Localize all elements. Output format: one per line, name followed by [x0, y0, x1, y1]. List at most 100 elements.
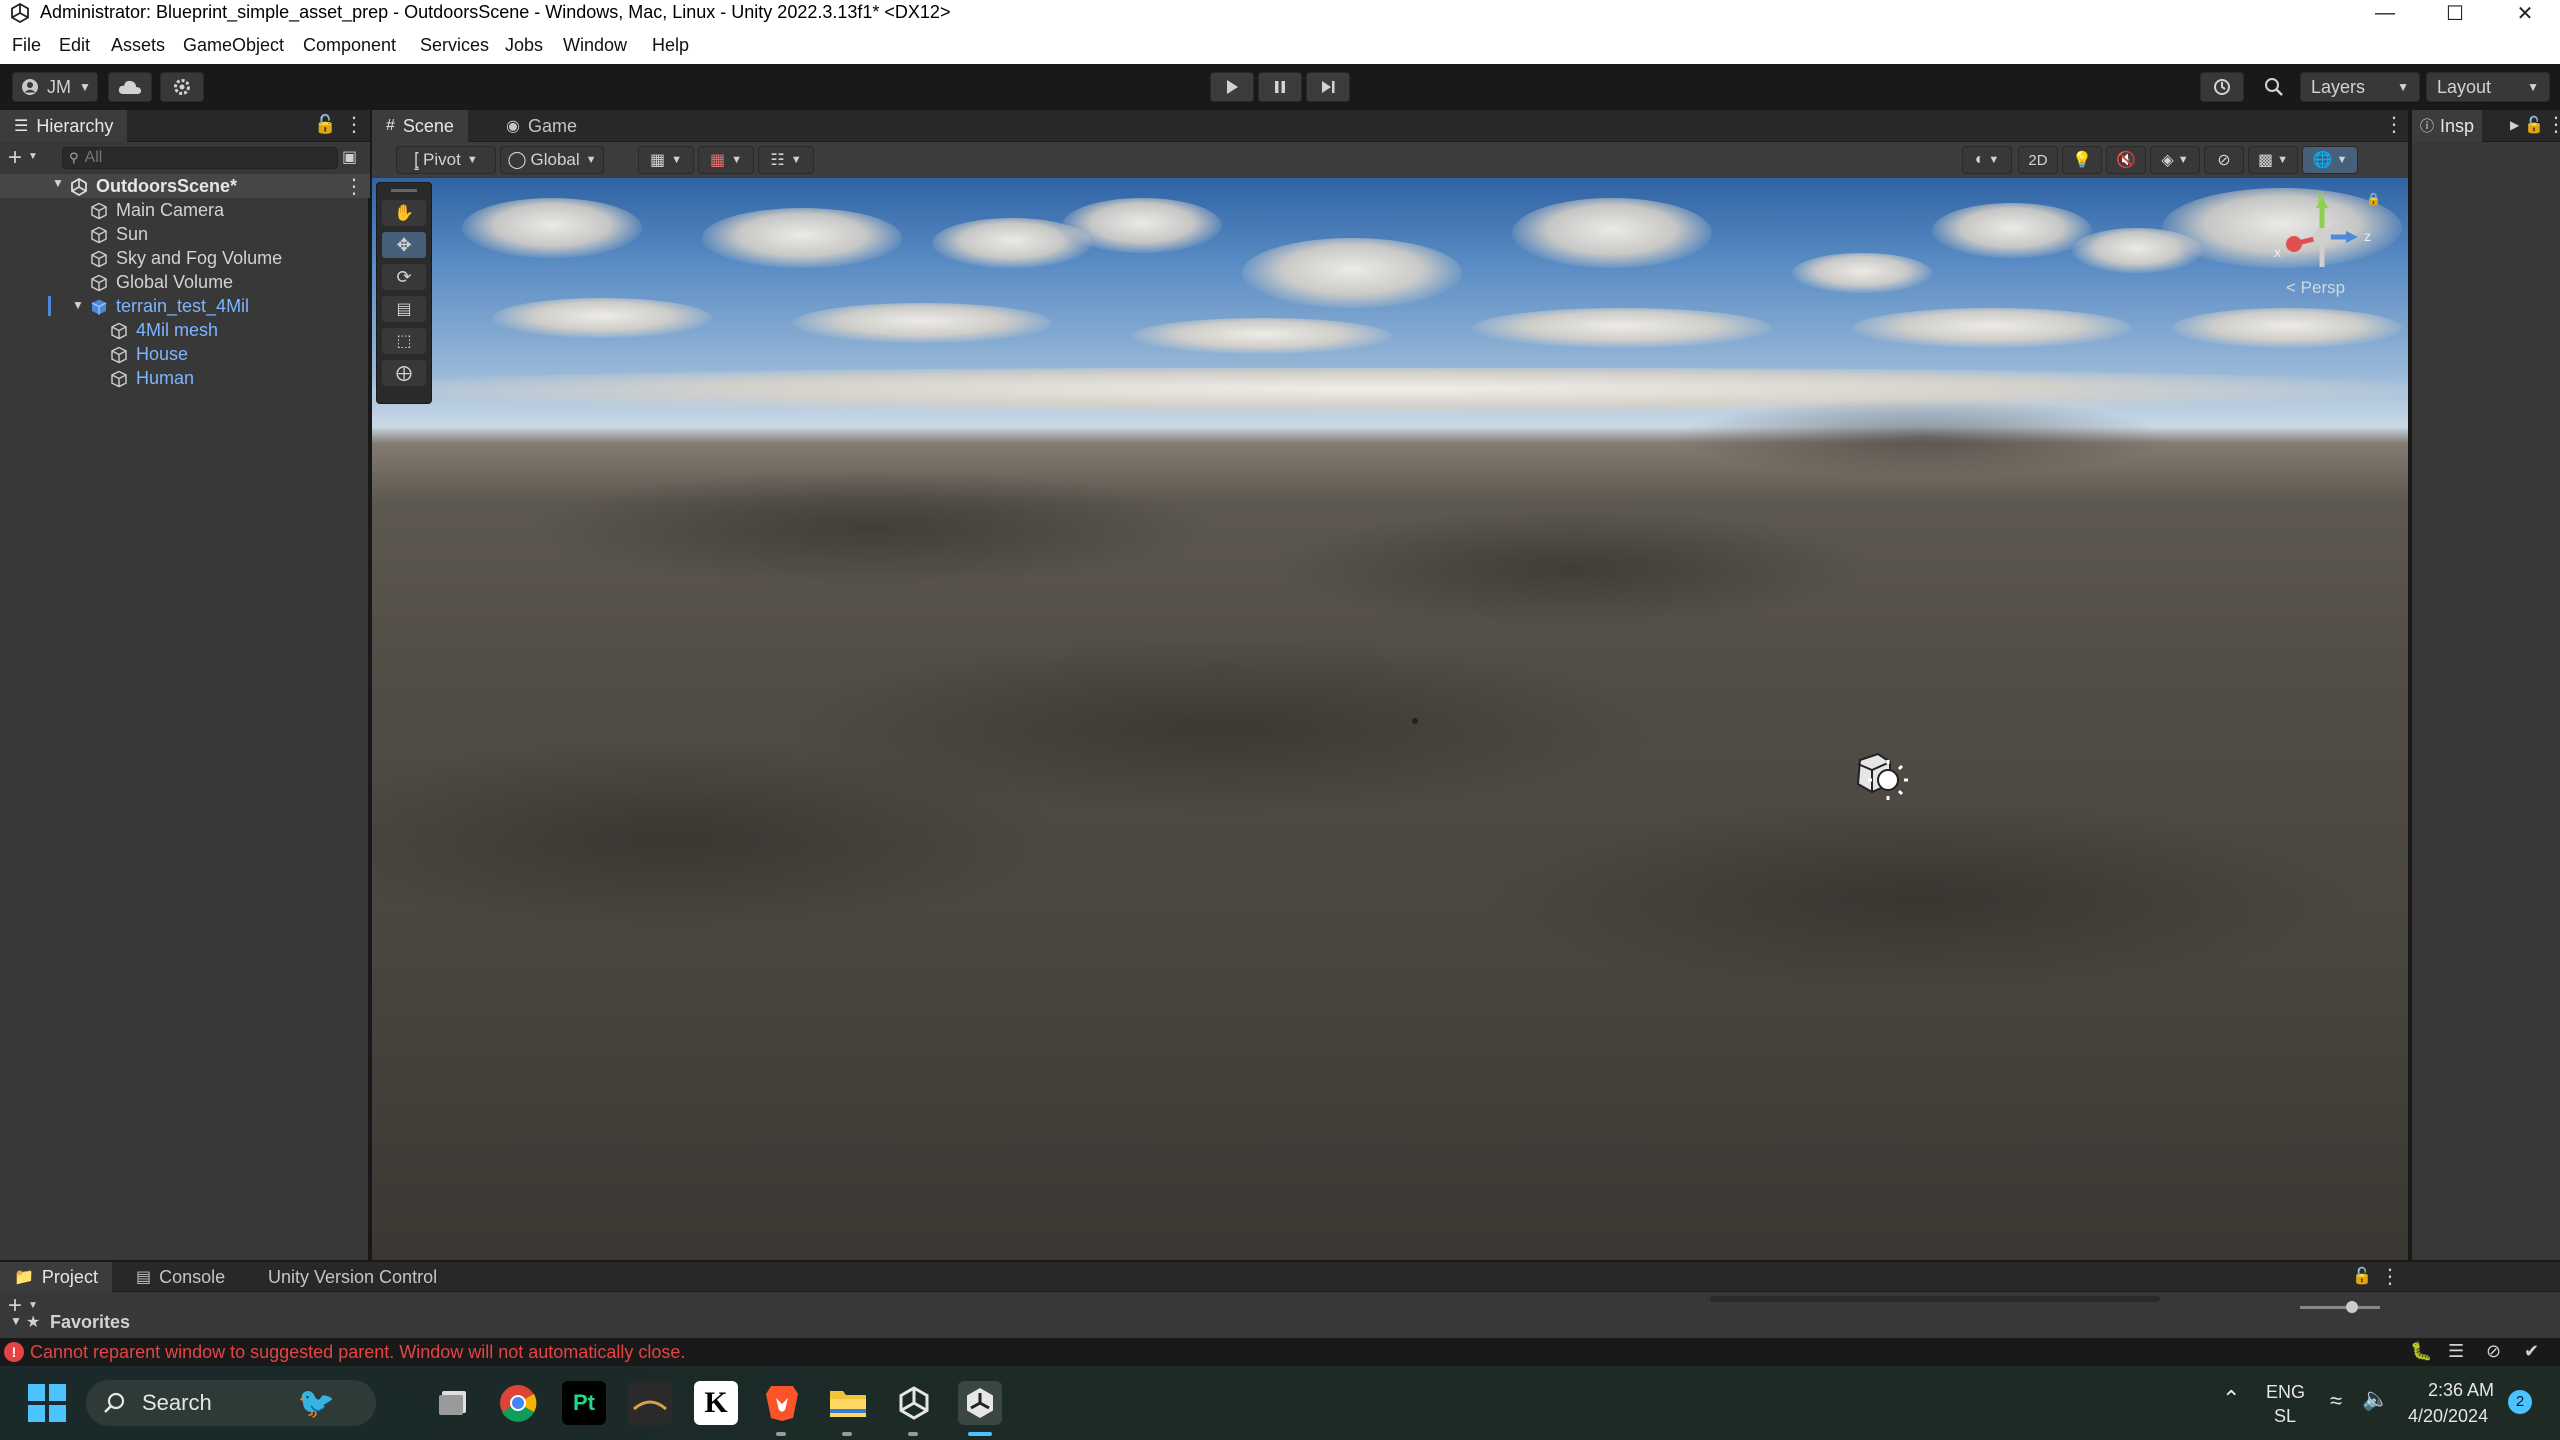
list-item[interactable]: Sky and Fog Volume: [90, 248, 282, 269]
orientation-gizmo[interactable]: y x z 🔒 < Persp: [2272, 186, 2402, 302]
projection-label[interactable]: < Persp: [2286, 278, 2345, 298]
error-message[interactable]: Cannot reparent window to suggested pare…: [30, 1342, 685, 1363]
hierarchy-search-input[interactable]: [84, 149, 315, 167]
camera-settings-dropdown[interactable]: ▩ ▼: [2248, 146, 2298, 174]
chevron-right-icon[interactable]: ▶: [2510, 118, 2519, 132]
undo-history-button[interactable]: [2200, 72, 2244, 102]
lang-top[interactable]: ENG: [2266, 1382, 2305, 1403]
terminal-app[interactable]: [628, 1381, 672, 1425]
scene-root-item[interactable]: OutdoorsScene*: [70, 176, 237, 197]
rect-tool-button[interactable]: ⬚: [381, 327, 427, 355]
list-item[interactable]: 4Mil mesh: [110, 320, 218, 341]
k-app[interactable]: K: [694, 1381, 738, 1425]
hierarchy-search-box[interactable]: ⚲: [62, 147, 338, 169]
rotate-tool-button[interactable]: ⟳: [381, 263, 427, 291]
windows-start-icon[interactable]: [28, 1384, 66, 1422]
cloud-button[interactable]: [108, 72, 152, 102]
clock-time[interactable]: 2:36 AM: [2428, 1380, 2494, 1401]
chevron-down-icon[interactable]: ▼: [28, 1300, 38, 1311]
chevron-down-icon[interactable]: ▼: [28, 151, 38, 162]
expand-arrow-icon[interactable]: ▼: [72, 298, 84, 312]
tab-game[interactable]: ◉ Game: [492, 110, 591, 142]
task-view-app[interactable]: [432, 1381, 476, 1425]
menu-help[interactable]: Help: [652, 35, 689, 56]
transform-tool-button[interactable]: ⨁: [381, 359, 427, 387]
lock-icon[interactable]: 🔓: [2524, 115, 2544, 135]
list-item[interactable]: terrain_test_4Mil: [90, 296, 249, 317]
tab-hierarchy[interactable]: ☰ Hierarchy: [0, 110, 128, 142]
progress-check-icon[interactable]: ✔: [2524, 1341, 2539, 1362]
favorites-label[interactable]: Favorites: [50, 1312, 130, 1333]
list-item[interactable]: Sun: [90, 224, 148, 245]
light-probe-gizmo-icon[interactable]: [1838, 748, 1908, 808]
debug-icon[interactable]: 🐛: [2410, 1341, 2432, 1362]
menu-gameobject[interactable]: GameObject: [183, 35, 284, 56]
error-icon[interactable]: !: [4, 1342, 24, 1362]
pycharm-app[interactable]: Pt: [562, 1381, 606, 1425]
list-item[interactable]: Global Volume: [90, 272, 233, 293]
palette-drag-handle[interactable]: [391, 189, 417, 192]
scene-viewport[interactable]: ✋ ✥ ⟳ ▤ ⬚ ⨁ y x z 🔒 < Persp: [372, 178, 2408, 1260]
shading-mode-button[interactable]: ◐ ▼: [1962, 146, 2012, 174]
toggle-2d-button[interactable]: 2D: [2018, 146, 2058, 174]
lang-bottom[interactable]: SL: [2274, 1406, 2296, 1427]
settings-button[interactable]: [160, 72, 204, 102]
menu-window[interactable]: Window: [563, 35, 627, 56]
expand-arrow-icon[interactable]: ▼: [52, 176, 64, 190]
search-button[interactable]: [2252, 72, 2296, 102]
step-button[interactable]: [1306, 72, 1350, 102]
hidden-objects-button[interactable]: ⊘: [2204, 146, 2244, 174]
lock-icon[interactable]: 🔓: [314, 114, 336, 135]
taskbar-search-box[interactable]: Search 🐦: [86, 1380, 376, 1426]
project-search-input[interactable]: [1710, 1296, 2160, 1302]
list-item[interactable]: House: [110, 344, 188, 365]
lock-icon[interactable]: 🔒: [2366, 192, 2381, 206]
close-button[interactable]: ✕: [2490, 0, 2560, 26]
minimize-button[interactable]: —: [2350, 0, 2420, 26]
notification-badge[interactable]: 2: [2508, 1390, 2532, 1414]
unity-editor-app[interactable]: [958, 1381, 1002, 1425]
play-button[interactable]: [1210, 72, 1254, 102]
unity-hub-app[interactable]: [892, 1381, 936, 1425]
global-dropdown[interactable]: ◯ Global ▼: [500, 146, 604, 174]
hand-tool-button[interactable]: ✋: [381, 199, 427, 227]
file-explorer-app[interactable]: [826, 1381, 870, 1425]
tab-inspector[interactable]: ⓘ Insp: [2412, 110, 2483, 142]
icon-size-slider[interactable]: [2300, 1306, 2380, 1309]
clock-date[interactable]: 4/20/2024: [2408, 1406, 2488, 1427]
layers-dropdown[interactable]: Layers ▼: [2300, 72, 2420, 102]
cache-server-icon[interactable]: ☰: [2448, 1341, 2464, 1362]
move-tool-button[interactable]: ✥: [381, 231, 427, 259]
chevron-up-icon[interactable]: ⌃: [2222, 1386, 2240, 1412]
volume-icon[interactable]: 🔈: [2362, 1386, 2389, 1412]
gizmos-dropdown[interactable]: 🌐 ▼: [2302, 146, 2358, 174]
wifi-icon[interactable]: ≈: [2330, 1388, 2342, 1414]
tab-version-control[interactable]: Unity Version Control: [254, 1262, 451, 1292]
more-options-icon[interactable]: ⋮: [344, 112, 364, 137]
menu-file[interactable]: File: [12, 35, 41, 56]
tab-console[interactable]: ▤ Console: [122, 1262, 239, 1292]
audio-toggle-button[interactable]: 🔇: [2106, 146, 2146, 174]
effects-dropdown[interactable]: ◈ ▼: [2150, 146, 2200, 174]
maximize-button[interactable]: ☐: [2420, 0, 2490, 26]
icon-size-slider-handle[interactable]: [2346, 1301, 2358, 1313]
scale-tool-button[interactable]: ▤: [381, 295, 427, 323]
account-dropdown[interactable]: JM ▼: [12, 72, 98, 102]
tab-project[interactable]: 📁 Project: [0, 1262, 112, 1292]
more-options-icon[interactable]: ⋮: [2380, 1264, 2400, 1289]
list-item[interactable]: Main Camera: [90, 200, 224, 221]
more-options-icon[interactable]: ⋮: [2384, 112, 2404, 137]
grid-visibility-button[interactable]: ▦ ▼: [638, 146, 694, 174]
menu-assets[interactable]: Assets: [111, 35, 165, 56]
layout-dropdown[interactable]: Layout ▼: [2426, 72, 2550, 102]
chrome-app[interactable]: [496, 1381, 540, 1425]
pause-button[interactable]: [1258, 72, 1302, 102]
tab-scene[interactable]: # Scene: [372, 110, 468, 142]
brave-app[interactable]: [760, 1381, 804, 1425]
menu-component[interactable]: Component: [303, 35, 396, 56]
lighting-toggle-button[interactable]: 💡: [2062, 146, 2102, 174]
auto-generate-icon[interactable]: ⊘: [2486, 1341, 2501, 1362]
menu-services[interactable]: Services: [420, 35, 489, 56]
scene-visibility-icon[interactable]: ▣: [342, 147, 357, 167]
more-options-icon[interactable]: ⋮: [2546, 112, 2560, 137]
